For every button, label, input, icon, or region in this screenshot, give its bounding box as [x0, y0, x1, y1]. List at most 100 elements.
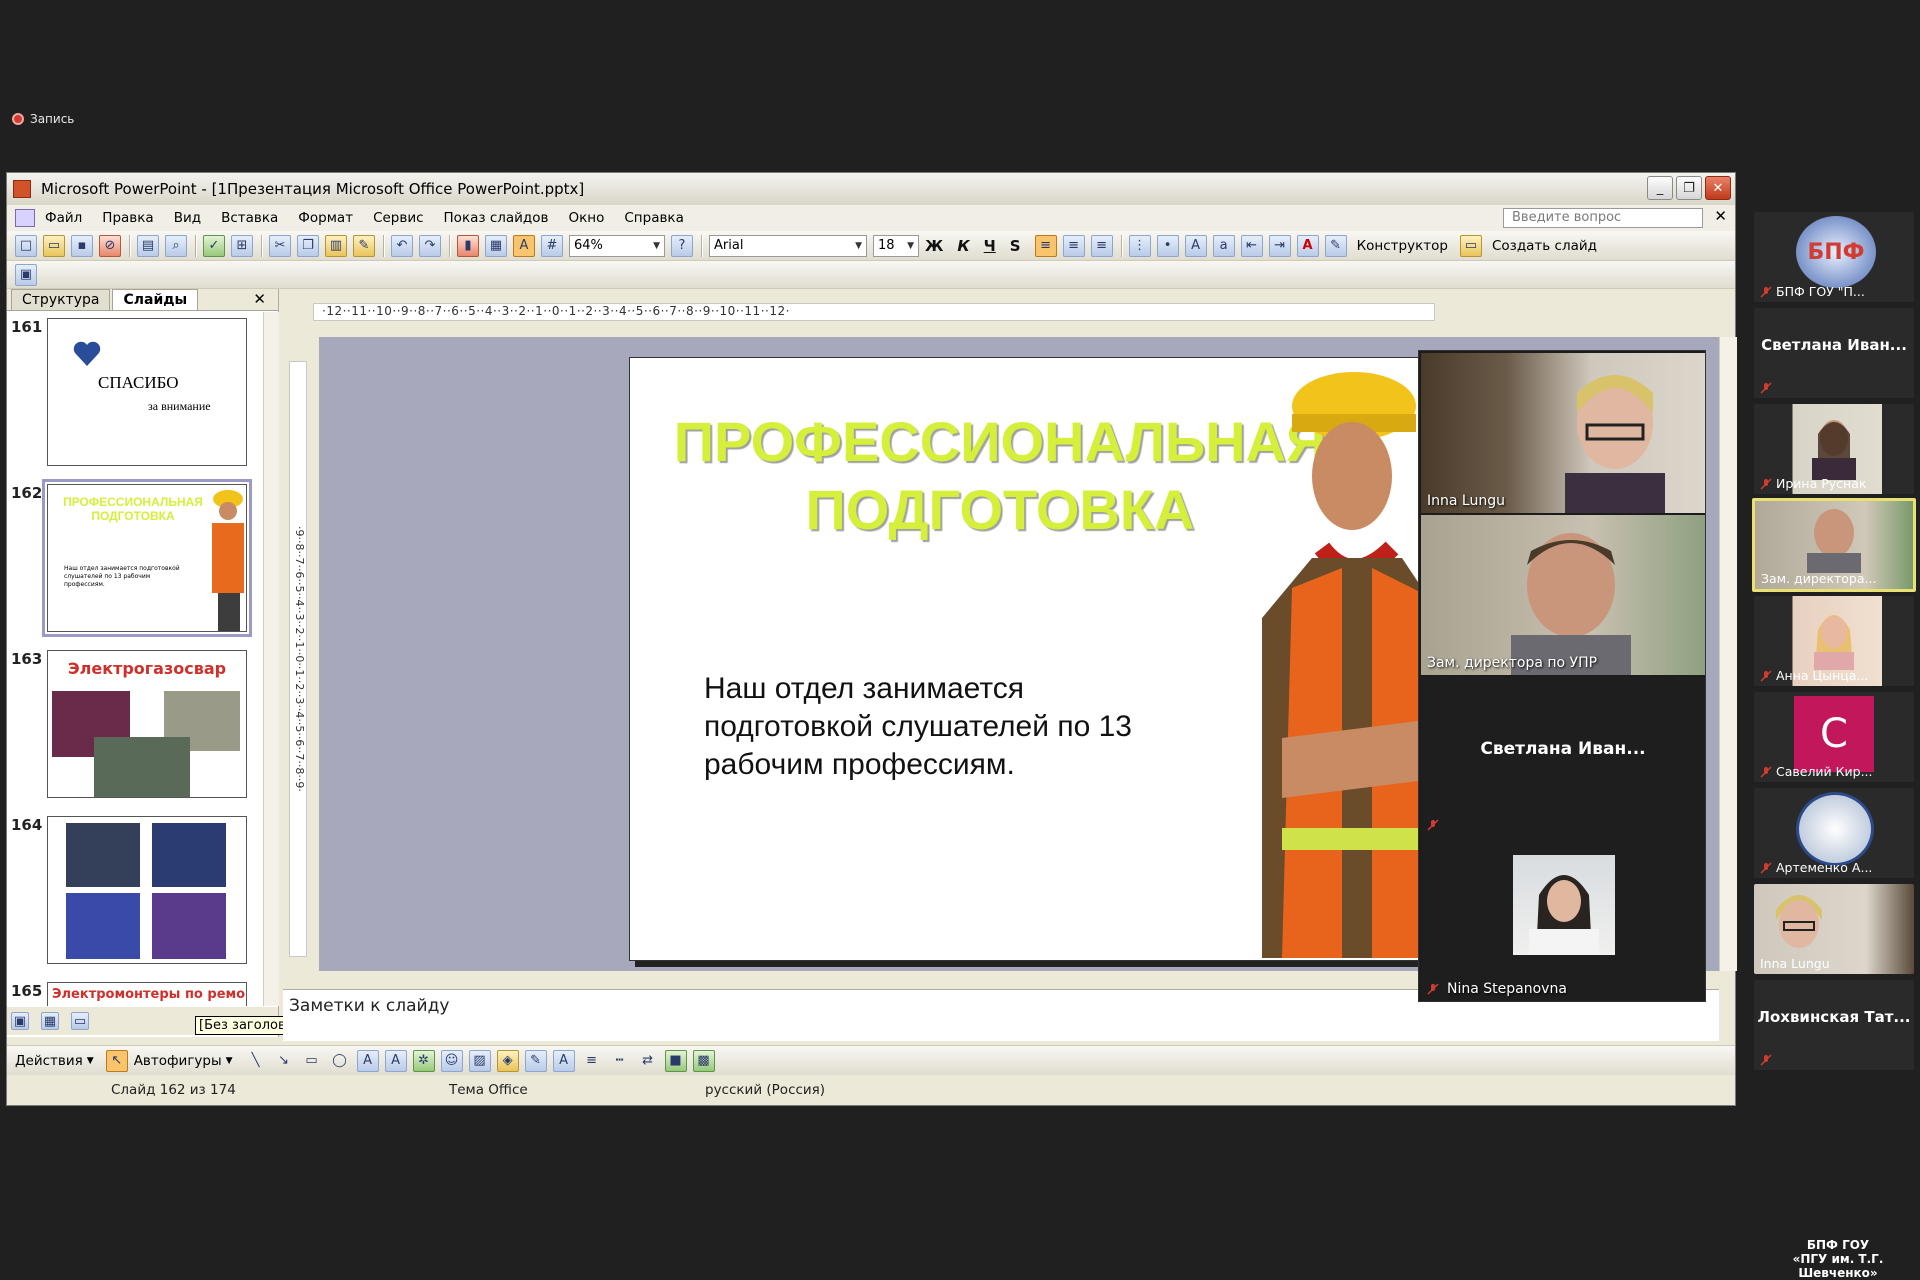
- cut-icon[interactable]: ✂: [269, 234, 291, 257]
- normal-view-icon[interactable]: ▣: [11, 1012, 29, 1030]
- pane-scrollbar[interactable]: [263, 312, 279, 1006]
- menu-help[interactable]: Справка: [624, 210, 683, 226]
- slide-view-icon[interactable]: ▣: [15, 263, 37, 286]
- slide-thumbnail-163[interactable]: Электрогазосвар: [47, 650, 247, 798]
- menu-file[interactable]: Файл: [45, 210, 82, 226]
- participant-tile[interactable]: БПФ БПФ ГОУ "П...: [1754, 212, 1914, 302]
- oval-icon[interactable]: ◯: [329, 1050, 351, 1072]
- menu-window[interactable]: Окно: [569, 210, 605, 226]
- slide-sorter-icon[interactable]: ▦: [41, 1012, 59, 1030]
- print-preview-icon[interactable]: ⌕: [165, 234, 187, 257]
- clipart-icon[interactable]: ☺: [440, 1049, 463, 1072]
- shrink-font-icon[interactable]: a: [1212, 234, 1235, 257]
- zoom-select[interactable]: 64% ▼: [569, 234, 665, 257]
- participant-tile[interactable]: Анна Цынца...: [1754, 596, 1914, 686]
- dash-style-icon[interactable]: ┅: [609, 1050, 631, 1072]
- video-tile[interactable]: Зам. директора по УПР: [1421, 515, 1705, 675]
- rectangle-icon[interactable]: ▭: [301, 1050, 323, 1072]
- tab-outline[interactable]: Структура: [11, 289, 111, 310]
- arrow-icon[interactable]: ↘: [273, 1050, 295, 1072]
- line-color-icon[interactable]: ✎: [524, 1049, 547, 1072]
- menu-tools[interactable]: Сервис: [373, 210, 423, 226]
- underline-button[interactable]: Ч: [984, 237, 996, 255]
- restore-button[interactable]: ❐: [1676, 176, 1702, 200]
- diagram-icon[interactable]: ✲: [412, 1049, 435, 1072]
- autoshapes-menu[interactable]: Автофигуры ▼: [134, 1053, 233, 1069]
- shadow-style-icon[interactable]: ■: [664, 1049, 687, 1072]
- align-center-icon[interactable]: ≡: [1062, 234, 1085, 257]
- participant-tile[interactable]: Лохвинская Тат...: [1754, 980, 1914, 1070]
- video-tile[interactable]: Nina Stepanovna: [1421, 841, 1705, 1001]
- font-color-icon[interactable]: A: [1296, 234, 1319, 257]
- spelling-icon[interactable]: ✓: [203, 234, 225, 257]
- help-icon[interactable]: ?: [671, 234, 693, 257]
- arrow-style-icon[interactable]: ⇄: [637, 1050, 659, 1072]
- participant-tile-active[interactable]: Зам. директора...: [1752, 498, 1916, 592]
- picture-icon[interactable]: ▨: [468, 1049, 491, 1072]
- paste-icon[interactable]: ▥: [325, 234, 347, 257]
- menu-edit[interactable]: Правка: [102, 210, 153, 226]
- video-tile[interactable]: Inna Lungu: [1421, 353, 1705, 513]
- line-style-icon[interactable]: ≡: [581, 1050, 603, 1072]
- font-color-icon[interactable]: A: [552, 1049, 575, 1072]
- undo-icon[interactable]: ↶: [391, 234, 413, 257]
- minimize-button[interactable]: _: [1647, 176, 1673, 200]
- bold-button[interactable]: Ж: [925, 237, 943, 255]
- new-slide-button[interactable]: ▭ Создать слайд: [1459, 234, 1597, 257]
- show-formatting-icon[interactable]: A: [513, 234, 535, 257]
- open-icon[interactable]: ▭: [43, 234, 65, 257]
- slide-thumbnail-162[interactable]: ПРОФЕССИОНАЛЬНАЯ ПОДГОТОВКА Наш отдел за…: [42, 479, 252, 637]
- close-doc-icon[interactable]: ✕: [1714, 207, 1727, 225]
- close-button[interactable]: ✕: [1705, 176, 1731, 200]
- line-icon[interactable]: ╲: [245, 1050, 267, 1072]
- participant-tile[interactable]: Артеменко А...: [1754, 788, 1914, 878]
- save-icon[interactable]: ▪: [71, 234, 93, 257]
- fill-color-icon[interactable]: ◈: [496, 1049, 519, 1072]
- current-slide[interactable]: ПРОФЕССИОНАЛЬНАЯ ПОДГОТОВКА Наш отдел за…: [629, 357, 1441, 961]
- research-icon[interactable]: ⊞: [231, 234, 253, 257]
- slide-body[interactable]: Наш отдел занимается подготовкой слушате…: [704, 670, 1184, 784]
- video-tile[interactable]: Светлана Иван...: [1421, 677, 1705, 839]
- tab-slides[interactable]: Слайды: [112, 289, 199, 310]
- participant-tile[interactable]: Ирина Руснак: [1754, 404, 1914, 494]
- ask-question-input[interactable]: Введите вопрос: [1503, 208, 1703, 228]
- font-size-select[interactable]: 18 ▼: [873, 234, 919, 257]
- participant-tile[interactable]: С Савелий Кир...: [1754, 692, 1914, 782]
- font-select[interactable]: Arial ▼: [709, 234, 867, 257]
- decrease-indent-icon[interactable]: ⇤: [1240, 234, 1263, 257]
- slideshow-icon[interactable]: ▭: [71, 1012, 89, 1030]
- increase-indent-icon[interactable]: ⇥: [1268, 234, 1291, 257]
- grid-icon[interactable]: #: [541, 234, 563, 257]
- textbox-icon[interactable]: A: [356, 1049, 379, 1072]
- insert-chart-icon[interactable]: ▮: [457, 234, 479, 257]
- bullets-icon[interactable]: •: [1156, 234, 1179, 257]
- participant-tile[interactable]: Inna Lungu: [1754, 884, 1914, 974]
- slide-thumbnail-164[interactable]: [47, 816, 247, 964]
- wordart-icon[interactable]: A: [384, 1049, 407, 1072]
- select-pointer-icon[interactable]: ↖: [105, 1049, 128, 1072]
- italic-button[interactable]: К: [957, 237, 969, 255]
- document-icon[interactable]: [15, 209, 35, 227]
- designer-button[interactable]: ✎ Конструктор: [1324, 234, 1448, 257]
- insert-table-icon[interactable]: ▦: [485, 234, 507, 257]
- redo-icon[interactable]: ↷: [419, 234, 441, 257]
- menu-insert[interactable]: Вставка: [221, 210, 278, 226]
- menu-format[interactable]: Формат: [298, 210, 353, 226]
- pane-close-icon[interactable]: ✕: [253, 290, 266, 308]
- participant-tile[interactable]: Светлана Иван...: [1754, 308, 1914, 398]
- actions-menu[interactable]: Действия ▼: [15, 1053, 94, 1069]
- align-left-icon[interactable]: ≡: [1034, 234, 1057, 257]
- copy-icon[interactable]: ❐: [297, 234, 319, 257]
- slide-thumbnail-161[interactable]: СПАСИБО за внимание: [47, 318, 247, 466]
- slide-scrollbar[interactable]: [1719, 337, 1737, 971]
- new-icon[interactable]: □: [15, 234, 37, 257]
- shadow-button[interactable]: S: [1010, 237, 1021, 255]
- grow-font-icon[interactable]: A: [1184, 234, 1207, 257]
- print-icon[interactable]: ▤: [137, 234, 159, 257]
- menu-slideshow[interactable]: Показ слайдов: [444, 210, 549, 226]
- slide-thumbnail-165[interactable]: Электромонтеры по ремонту: [47, 982, 247, 1006]
- permission-icon[interactable]: ⊘: [99, 234, 121, 257]
- align-right-icon[interactable]: ≡: [1090, 234, 1113, 257]
- menu-view[interactable]: Вид: [174, 210, 201, 226]
- numbering-icon[interactable]: ⋮: [1128, 234, 1151, 257]
